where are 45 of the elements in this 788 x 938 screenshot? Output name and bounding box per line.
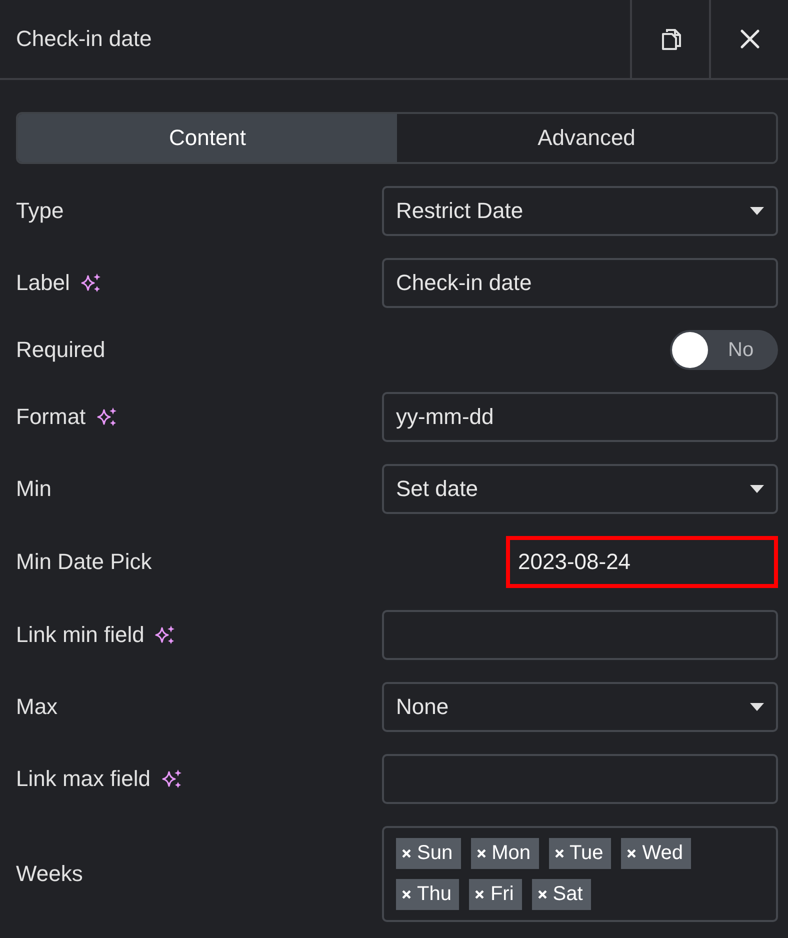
input-field[interactable]: yy-mm-dd: [382, 392, 778, 442]
day-tag[interactable]: Mon: [470, 838, 538, 869]
remove-icon: [554, 849, 564, 858]
panel-title: Check-in date: [15, 26, 153, 52]
remove-icon: [402, 849, 411, 858]
sparkle-icon[interactable]: [96, 406, 118, 428]
input-field[interactable]: [382, 754, 778, 804]
field-label: Type: [16, 198, 64, 224]
field-label: Format: [16, 404, 86, 430]
caret-icon: [750, 485, 764, 493]
copy-icon: [660, 27, 682, 51]
day-tag[interactable]: Wed: [621, 838, 691, 869]
day-tag[interactable]: Sun: [396, 838, 461, 869]
field-label: Weeks: [16, 861, 83, 887]
caret-icon: [750, 703, 764, 711]
day-tag[interactable]: Thu: [396, 879, 460, 910]
field-label: Required: [16, 337, 106, 363]
remove-icon: [627, 849, 636, 858]
field-label: Label: [16, 270, 70, 296]
dropdown[interactable]: Restrict Date: [382, 186, 778, 236]
sparkle-icon[interactable]: [160, 768, 183, 790]
field-label: Link max field: [16, 766, 151, 792]
remove-icon: [475, 890, 484, 899]
caret-icon: [750, 207, 764, 215]
field-label: Min Date Pick: [16, 549, 152, 575]
sparkle-icon[interactable]: [154, 624, 176, 646]
input-field[interactable]: Check-in date: [382, 258, 778, 308]
field-label: Max: [16, 694, 58, 720]
day-tag[interactable]: Fri: [469, 879, 522, 910]
sparkle-icon[interactable]: [80, 272, 102, 294]
input-field[interactable]: [382, 610, 778, 660]
field-label: Link min field: [16, 622, 144, 648]
dropdown[interactable]: Set date: [382, 464, 778, 514]
tab[interactable]: Content: [18, 114, 397, 162]
field-label: Min: [16, 476, 52, 502]
toggle-switch[interactable]: No: [670, 330, 778, 370]
day-tag[interactable]: Tue: [548, 838, 612, 869]
dropdown[interactable]: None: [382, 682, 778, 732]
remove-icon: [476, 849, 486, 858]
tag-select[interactable]: Sun Mon Tue Wed Thu Fri Sat: [382, 826, 778, 922]
remove-icon: [402, 890, 411, 899]
date-field[interactable]: 2023-08-24: [506, 536, 778, 588]
day-tag[interactable]: Sat: [532, 879, 591, 910]
remove-icon: [538, 890, 547, 899]
close-icon: [740, 29, 760, 49]
